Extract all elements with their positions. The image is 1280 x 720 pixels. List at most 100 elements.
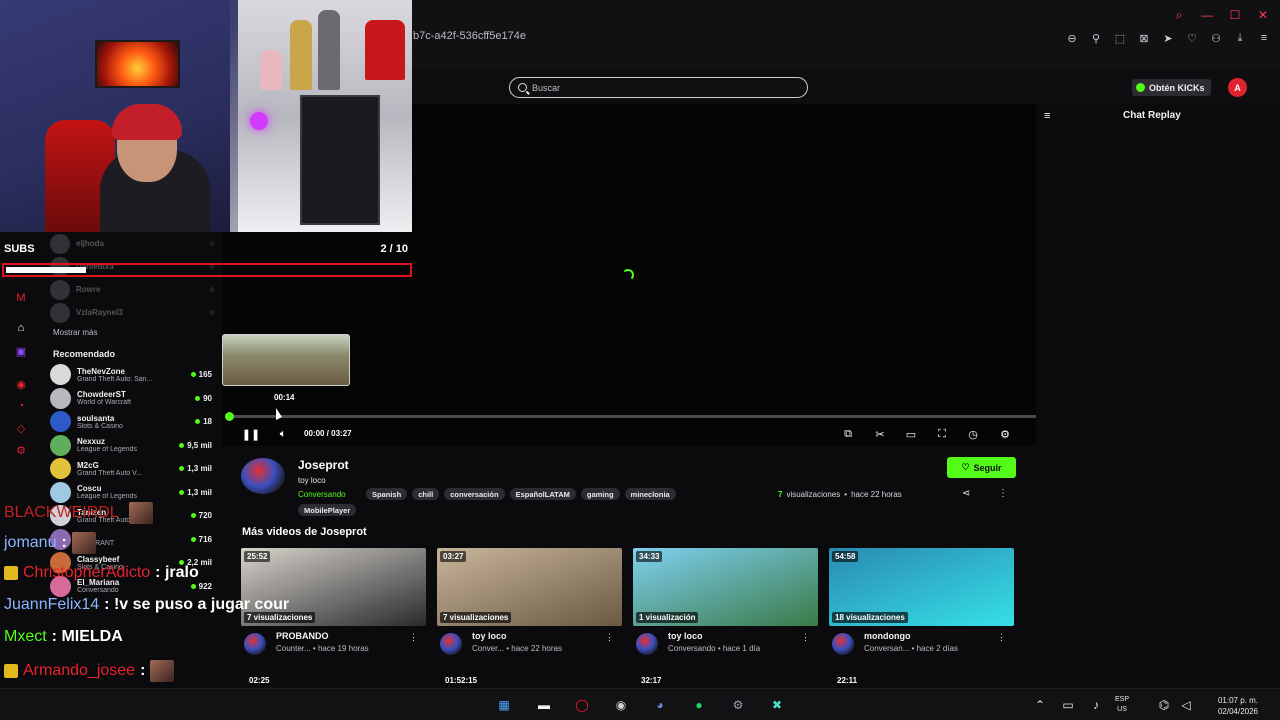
pin-icon[interactable]: ⚲: [1088, 30, 1104, 46]
recommended-item[interactable]: TheNevZone Grand Theft Auto: San... 165: [50, 363, 212, 387]
chat-message: ChristopherAdicto: jralo: [4, 564, 199, 582]
tag[interactable]: EspañolLATAM: [509, 488, 576, 500]
chat-username[interactable]: JuannFelix14: [4, 596, 99, 614]
progress-bar[interactable]: [225, 412, 1036, 421]
channel-name[interactable]: Joseprot: [298, 458, 349, 472]
microphone-icon[interactable]: ♪: [1086, 695, 1106, 715]
play-icon[interactable]: ◉: [13, 376, 29, 392]
more-options-icon[interactable]: ⋮: [801, 632, 810, 643]
video-thumbnail[interactable]: 25:52 7 visualizaciones: [241, 548, 426, 626]
viewer-count-value: 720: [198, 511, 212, 521]
spotify-icon[interactable]: ●: [689, 695, 709, 715]
get-kicks-button[interactable]: Obtén KICKs: [1132, 79, 1211, 96]
settings-icon[interactable]: ⚙: [728, 695, 748, 715]
recommended-item[interactable]: M2cG Grand Theft Auto V... 1,3 mil: [50, 457, 212, 481]
file-explorer-icon[interactable]: ▬: [534, 695, 554, 715]
share-icon[interactable]: ⋖: [962, 488, 970, 499]
capcut-icon[interactable]: ✖: [767, 695, 787, 715]
tag[interactable]: conversación: [444, 488, 505, 500]
close-icon[interactable]: ✕: [1254, 6, 1272, 24]
more-options-icon[interactable]: ⋮: [997, 632, 1006, 643]
more-options-icon[interactable]: ⋮: [998, 488, 1008, 499]
video-thumbnail[interactable]: 54:58 18 visualizaciones: [829, 548, 1014, 626]
chat-username[interactable]: ChristopherAdicto: [23, 564, 150, 582]
theater-mode-icon[interactable]: ▭: [904, 427, 918, 441]
minimize-icon[interactable]: —: [1198, 6, 1216, 24]
obs-icon[interactable]: ◉: [611, 695, 631, 715]
download-icon[interactable]: ⤓: [1232, 30, 1248, 46]
recommended-item[interactable]: ChowdeerST World of Warcraft 90: [50, 387, 212, 411]
language-indicator[interactable]: ESP US: [1115, 695, 1129, 715]
more-options-icon[interactable]: ⋮: [605, 632, 614, 643]
avatar: [50, 302, 70, 323]
maximize-icon[interactable]: ☐: [1226, 6, 1244, 24]
video-card[interactable]: 54:58 18 visualizaciones mondongo Conversan…: [829, 548, 1014, 660]
tag[interactable]: Spanish: [366, 488, 408, 500]
video-card[interactable]: 03:27 7 visualizaciones toy loco Conver... …: [437, 548, 622, 660]
history-icon[interactable]: ◔: [13, 398, 29, 414]
zoom-icon[interactable]: ⊖: [1064, 30, 1080, 46]
live-dot-icon: [190, 583, 196, 589]
show-more-link[interactable]: Mostrar más: [53, 328, 97, 337]
twitch-icon[interactable]: ▣: [13, 343, 29, 359]
clock[interactable]: 01:07 p. m. 02/04/2026: [1198, 695, 1258, 717]
send-icon[interactable]: ➤: [1160, 30, 1176, 46]
following-item[interactable]: VzlaRaynel3 ⊘: [50, 301, 215, 324]
heart-icon[interactable]: ♡: [1184, 30, 1200, 46]
bell-icon[interactable]: ◇: [13, 420, 29, 436]
search-input[interactable]: [532, 82, 782, 93]
pip-icon[interactable]: ⧉: [841, 427, 855, 441]
tag[interactable]: mineclonia: [624, 488, 676, 500]
recommended-text: Coscu League of Legends: [77, 484, 173, 500]
windows-start-icon[interactable]: ▦: [494, 695, 514, 715]
tag[interactable]: MobilePlayer: [298, 504, 357, 516]
shield-icon[interactable]: ⊠: [1136, 30, 1152, 46]
chat-username[interactable]: Mxect: [4, 628, 47, 646]
volume-icon[interactable]: 🔈︎: [276, 427, 290, 441]
pause-icon[interactable]: ❚❚: [242, 427, 260, 441]
fullscreen-icon[interactable]: ⛶: [935, 427, 949, 441]
follow-button[interactable]: ♡ Seguir: [947, 457, 1016, 478]
url-fragment[interactable]: b7c-a42f-536cff5e174e: [413, 30, 526, 42]
webcam-overlay: [0, 0, 412, 232]
time-ago: hace 22 horas: [851, 490, 902, 499]
collapse-chat-icon[interactable]: ≡: [1044, 110, 1050, 122]
settings-icon[interactable]: ⚙: [998, 427, 1012, 441]
progress-knob[interactable]: [225, 412, 234, 421]
more-options-icon[interactable]: ⋮: [409, 632, 418, 643]
chat-username[interactable]: jomanu: [4, 534, 56, 552]
stream-category[interactable]: Conversando: [298, 490, 346, 499]
playback-speed-icon[interactable]: ◷: [966, 427, 980, 441]
opera-icon[interactable]: ◯: [572, 695, 592, 715]
chat-username[interactable]: Armando_josee: [23, 662, 135, 680]
speaker-icon[interactable]: ◁: [1176, 695, 1196, 715]
search-icon[interactable]: ⌕: [1170, 6, 1188, 24]
chat-username[interactable]: BLACKWEIRDL: [4, 504, 119, 522]
tag[interactable]: chill: [412, 488, 440, 500]
video-card[interactable]: 34:33 1 visualización toy loco Conversando …: [633, 548, 818, 660]
video-meta: PROBANDO Counter... • hace 19 horas ⋮: [241, 630, 426, 660]
video-thumbnail[interactable]: 03:27 7 visualizaciones: [437, 548, 622, 626]
menu-icon[interactable]: ≡: [1256, 30, 1272, 46]
discord-icon[interactable]: ◕: [650, 695, 670, 715]
search-box[interactable]: [509, 77, 808, 98]
home-icon[interactable]: ⌂: [13, 320, 29, 336]
channel-avatar[interactable]: [241, 458, 285, 494]
clip-icon[interactable]: ✂: [873, 427, 887, 441]
account-icon[interactable]: ⚇: [1208, 30, 1224, 46]
tray-app-icon[interactable]: ▭: [1058, 695, 1078, 715]
user-avatar[interactable]: A: [1228, 78, 1247, 97]
recommended-item[interactable]: Nexxuz League of Legends 9,5 mil: [50, 434, 212, 458]
following-item[interactable]: Rowre ⊘: [50, 278, 215, 301]
video-thumbnail[interactable]: 34:33 1 visualización: [633, 548, 818, 626]
tag[interactable]: gaming: [580, 488, 620, 500]
recommended-item[interactable]: soulsanta Slots & Casino 18: [50, 410, 212, 434]
tray-chevron-icon[interactable]: ⌃: [1030, 695, 1050, 715]
settings-icon[interactable]: ⚙: [13, 442, 29, 458]
recommended-item[interactable]: Coscu League of Legends 1,3 mil: [50, 481, 212, 505]
kick-icon[interactable]: M: [13, 290, 29, 306]
screenshot-icon[interactable]: ⬚: [1112, 30, 1128, 46]
video-category: Counter...: [276, 644, 311, 653]
keyboard-layout: US: [1117, 706, 1127, 713]
wifi-icon[interactable]: ⌬: [1154, 695, 1174, 715]
